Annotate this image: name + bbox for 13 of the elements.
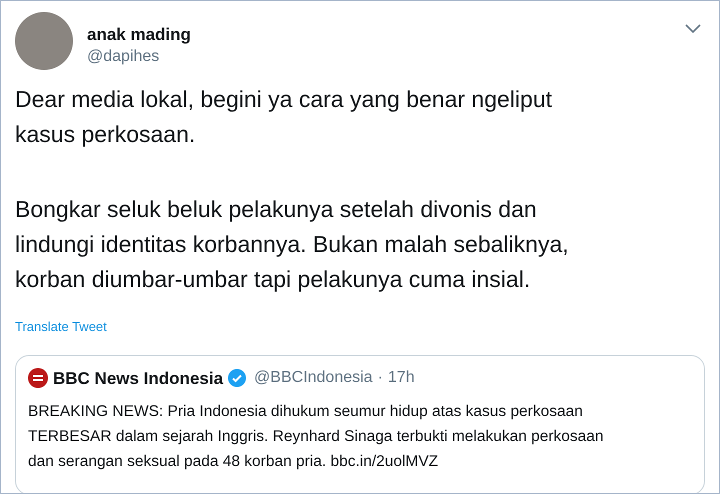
quoted-tweet-text: BREAKING NEWS: Pria Indonesia dihukum seumur hidup atas kasus perkosaan TERBESAR dalam sejarah Inggris. Reynhard Sinaga terbukti melakukan perkosaan dan serangan seksual pada 48 korban pria. bbc.in/2uolMVZ — [28, 402, 605, 472]
tweet-paragraph: Dear media lokal, begini ya cara yang benar ngeliput kasus perkosaan. — [15, 85, 553, 149]
tweet-time[interactable]: 17h — [388, 366, 415, 390]
author-handle[interactable]: @dapihes — [87, 46, 191, 68]
quoted-author-handle[interactable]: @BBCIndonesia — [254, 366, 373, 390]
separator-dot: · — [378, 368, 383, 388]
chevron-down-icon[interactable] — [685, 24, 701, 34]
tweet-paragraph: Bongkar seluk beluk pelakunya setelah divonis dan lindungi identitas korbannya. Bukan malah sebaliknya, korban diumbar-umbar tapi pelakunya cuma insial. — [15, 195, 570, 294]
translate-link[interactable]: Translate Tweet — [15, 317, 107, 336]
quoted-tweet-card[interactable] — [15, 354, 705, 493]
news-logo-icon — [28, 368, 48, 388]
quoted-author-name[interactable]: BBC News Indonesia — [53, 366, 224, 391]
author-name[interactable]: anak mading — [87, 24, 191, 46]
